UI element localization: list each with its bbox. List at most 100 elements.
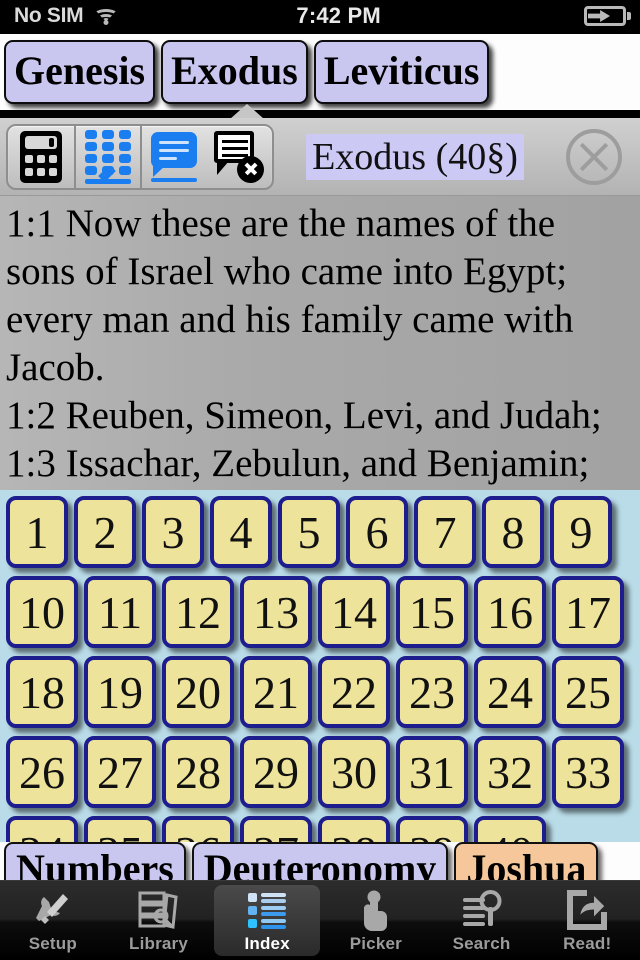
book-tab-leviticus[interactable]: Leviticus — [313, 40, 490, 104]
chapter-cell[interactable]: 16 — [474, 576, 546, 648]
calculator-icon — [20, 130, 62, 183]
chapter-cell[interactable]: 10 — [6, 576, 78, 648]
chapter-cell[interactable]: 21 — [240, 656, 312, 728]
tab-search-label: Search — [452, 933, 511, 953]
verse-line: 1:1 Now these are the names of the — [6, 202, 556, 245]
chapter-cell[interactable]: 13 — [240, 576, 312, 648]
grid-collapse-icon — [85, 129, 131, 184]
verse-line: Jacob. — [6, 346, 105, 389]
tab-library[interactable]: Library — [106, 881, 212, 960]
close-circle-icon[interactable] — [566, 128, 622, 185]
tab-library-label: Library — [128, 933, 189, 953]
chapter-cell[interactable]: 12 — [162, 576, 234, 648]
chapter-cell[interactable]: 23 — [396, 656, 468, 728]
chapter-cell[interactable]: 8 — [482, 496, 544, 568]
bottom-book-tab-strip[interactable]: Numbers Deuteronomy Joshua — [0, 842, 640, 880]
clock-label: 7:42 PM — [296, 3, 381, 28]
tab-read[interactable]: Read! — [534, 881, 640, 960]
chapter-row: 18 19 20 21 22 23 24 25 — [6, 656, 640, 728]
share-arrow-icon — [566, 888, 608, 932]
note-bubble-delete-icon — [214, 130, 264, 183]
tab-setup-label: Setup — [28, 933, 77, 953]
book-tab-joshua[interactable]: Joshua — [454, 842, 599, 880]
verse-line: 1:2 Reuben, Simeon, Levi, and Judah; — [6, 394, 602, 437]
verse-line: sons of Israel who came into Egypt; — [6, 250, 568, 293]
chapter-cell[interactable]: 39 — [396, 816, 468, 842]
chapter-cell[interactable]: 1 — [6, 496, 68, 568]
chapter-row: 26 27 28 29 30 31 32 33 — [6, 736, 640, 808]
chapter-number-grid[interactable]: 1 2 3 4 5 6 7 8 9 10 11 12 13 14 15 16 1… — [0, 490, 640, 842]
tab-index[interactable]: Index — [214, 885, 321, 956]
chapter-cell[interactable]: 5 — [278, 496, 340, 568]
chapter-cell[interactable]: 37 — [240, 816, 312, 842]
chapter-cell[interactable]: 26 — [6, 736, 78, 808]
book-tab-exodus[interactable]: Exodus — [161, 40, 308, 104]
chapter-cell[interactable]: 4 — [210, 496, 272, 568]
chapter-cell[interactable]: 27 — [84, 736, 156, 808]
status-bar-right — [584, 6, 640, 26]
chapter-cell[interactable]: 35 — [84, 816, 156, 842]
chapter-cell[interactable]: 22 — [318, 656, 390, 728]
chapter-cell[interactable]: 9 — [550, 496, 612, 568]
toolbar-segmented-control[interactable] — [6, 123, 274, 190]
chapter-cell[interactable]: 33 — [552, 736, 624, 808]
tab-setup[interactable]: Setup — [0, 881, 106, 960]
verse-pane[interactable]: 1:1 Now these are the names of the sons … — [0, 196, 640, 490]
chapter-cell[interactable]: 2 — [74, 496, 136, 568]
carrier-label: No SIM — [14, 4, 84, 27]
note-bubble-delete-button[interactable] — [206, 126, 272, 188]
note-bubble-button[interactable] — [140, 125, 206, 188]
calculator-button[interactable] — [8, 126, 74, 188]
chapter-cell[interactable]: 28 — [162, 736, 234, 808]
wrench-screwdriver-icon — [32, 888, 74, 932]
chapter-cell[interactable]: 3 — [142, 496, 204, 568]
chapter-cell[interactable]: 38 — [318, 816, 390, 842]
chapter-cell[interactable]: 14 — [318, 576, 390, 648]
book-tab-deuteronomy[interactable]: Deuteronomy — [191, 842, 449, 880]
books-search-icon — [137, 888, 181, 932]
chapter-cell[interactable]: 11 — [84, 576, 156, 648]
chapter-row: 10 11 12 13 14 15 16 17 — [6, 576, 640, 648]
grid-collapse-button[interactable] — [74, 125, 140, 188]
chapter-cell[interactable]: 17 — [552, 576, 624, 648]
chapter-cell[interactable]: 36 — [162, 816, 234, 842]
app-root: No SIM 7:42 PM Genesis Exodus Leviticus — [0, 0, 640, 960]
chapter-cell[interactable]: 32 — [474, 736, 546, 808]
chapter-toolbar: Exodus (40§) — [0, 118, 640, 196]
wifi-icon — [93, 6, 119, 26]
document-magnifier-icon — [460, 888, 504, 932]
chapter-cell[interactable]: 6 — [346, 496, 408, 568]
book-tab-numbers[interactable]: Numbers — [4, 842, 186, 880]
chapter-cell[interactable]: 24 — [474, 656, 546, 728]
chapter-cell[interactable]: 7 — [414, 496, 476, 568]
pointing-hand-icon — [356, 888, 396, 932]
chapter-cell[interactable]: 19 — [84, 656, 156, 728]
chapter-cell[interactable]: 34 — [6, 816, 78, 842]
tab-read-label: Read! — [563, 933, 612, 953]
book-tab-genesis[interactable]: Genesis — [4, 40, 156, 104]
status-bar-left: No SIM — [0, 4, 119, 28]
verse-line: 1:3 Issachar, Zebulun, and Benjamin; — [6, 442, 590, 485]
verse-line: every man and his family came with — [6, 298, 574, 341]
chapter-cell[interactable]: 29 — [240, 736, 312, 808]
list-bullets-icon — [246, 888, 288, 932]
tab-search[interactable]: Search — [429, 881, 535, 960]
status-bar: No SIM 7:42 PM — [0, 0, 640, 32]
tab-picker[interactable]: Picker — [323, 881, 429, 960]
chapter-title: Exodus (40§) — [264, 133, 566, 180]
note-bubble-icon — [151, 131, 197, 182]
book-tab-strip[interactable]: Genesis Exodus Leviticus — [0, 32, 640, 110]
chapter-cell[interactable]: 25 — [552, 656, 624, 728]
tab-bar: Setup Library Index Picker Search Read! — [0, 880, 640, 960]
chapter-cell[interactable]: 40 — [474, 816, 546, 842]
chapter-cell[interactable]: 30 — [318, 736, 390, 808]
chapter-row: 34 35 36 37 38 39 40 — [6, 816, 640, 842]
battery-charging-icon — [584, 6, 631, 26]
chapter-cell[interactable]: 15 — [396, 576, 468, 648]
tab-index-label: Index — [244, 933, 290, 953]
chapter-cell[interactable]: 18 — [6, 656, 78, 728]
chapter-row: 1 2 3 4 5 6 7 8 9 — [6, 496, 640, 568]
chapter-cell[interactable]: 20 — [162, 656, 234, 728]
chapter-cell[interactable]: 31 — [396, 736, 468, 808]
tab-picker-label: Picker — [349, 933, 402, 953]
